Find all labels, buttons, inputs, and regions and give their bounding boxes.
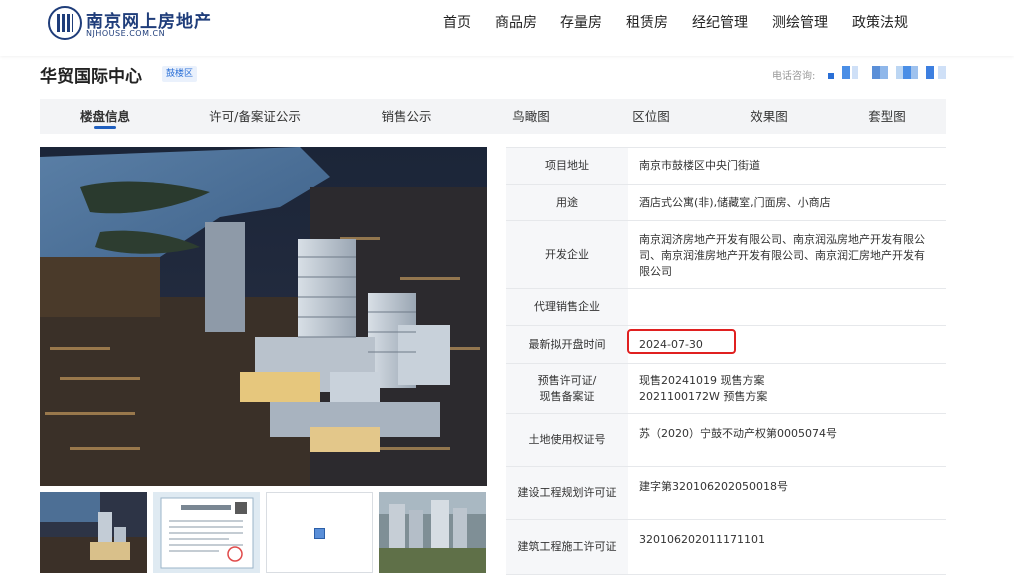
- project-info-table: 项目地址 南京市鼓楼区中央门街道 用途 酒店式公寓(非),储藏室,门面房、小商店…: [506, 147, 946, 575]
- presale-value-2: 2021100172W 预售方案: [639, 390, 768, 403]
- thumbnail-presale-certificate[interactable]: [153, 492, 260, 573]
- row-planning-permit: 建设工程规划许可证 建字第320106202050018号: [506, 467, 946, 520]
- district-badge: 鼓楼区: [162, 66, 198, 82]
- thumbnail-rendering-image: [379, 492, 486, 573]
- project-tabs: 楼盘信息 许可/备案证公示 销售公示 鸟瞰图 区位图 效果图 套型图: [40, 99, 946, 134]
- tab-renderings[interactable]: 效果图: [733, 99, 805, 134]
- tab-aerial-view[interactable]: 鸟瞰图: [495, 99, 567, 134]
- construction-value: 320106202011171101: [639, 533, 765, 546]
- nav-policies[interactable]: 政策法规: [852, 12, 908, 32]
- thumbnail-aerial-image: [40, 492, 147, 573]
- site-logo[interactable]: 南京网上房地产 NJHOUSE.COM.CN: [48, 4, 211, 40]
- usage-label: 用途: [506, 185, 628, 220]
- top-header: 南京网上房地产 NJHOUSE.COM.CN 首页 商品房 存量房 租赁房 经纪…: [0, 0, 1014, 56]
- planning-value: 建字第320106202050018号: [639, 480, 788, 493]
- tab-location-map[interactable]: 区位图: [615, 99, 687, 134]
- certificate-image: [153, 492, 260, 573]
- aerial-night-photo: [40, 147, 487, 486]
- presale-label-line2: 现售备案证: [539, 389, 595, 403]
- site-name-en: NJHOUSE.COM.CN: [86, 29, 166, 38]
- thumbnail-aerial[interactable]: [40, 492, 147, 573]
- phone-label: 电话咨询:: [772, 71, 816, 82]
- project-main-photo[interactable]: [40, 147, 487, 486]
- open-date-highlight-box: [627, 329, 736, 354]
- nav-new-homes[interactable]: 商品房: [495, 12, 537, 32]
- row-agent: 代理销售企业: [506, 289, 946, 326]
- nav-surveying[interactable]: 测绘管理: [772, 12, 828, 32]
- usage-value: 酒店式公寓(非),储藏室,门面房、小商店: [639, 196, 831, 209]
- phone-number-redacted: [828, 66, 948, 79]
- row-construction-permit: 建筑工程施工许可证 320106202011171101: [506, 520, 946, 575]
- building-logo-icon: [48, 6, 82, 40]
- planning-label: 建设工程规划许可证: [506, 467, 628, 519]
- thumbnail-rendering[interactable]: [379, 492, 486, 573]
- project-title: 华贸国际中心: [40, 67, 142, 87]
- thumbnail-broken-image[interactable]: [266, 492, 373, 573]
- developer-label: 开发企业: [506, 221, 628, 288]
- developer-links[interactable]: 南京润济房地产开发有限公司、南京润泓房地产开发有限公司、南京润淮房地产开发有限公…: [639, 232, 934, 280]
- row-developer: 开发企业 南京润济房地产开发有限公司、南京润泓房地产开发有限公司、南京润淮房地产…: [506, 221, 946, 289]
- row-usage: 用途 酒店式公寓(非),储藏室,门面房、小商店: [506, 185, 946, 221]
- land-value: 苏（2020）宁鼓不动产权第0005074号: [639, 427, 837, 440]
- row-presale-permit: 预售许可证/ 现售备案证 现售20241019 现售方案 2021100172W…: [506, 364, 946, 414]
- nav-brokerage[interactable]: 经纪管理: [692, 12, 748, 32]
- agent-label: 代理销售企业: [506, 289, 628, 325]
- presale-value-1: 现售20241019 现售方案: [639, 374, 765, 387]
- tab-sales-notice[interactable]: 销售公示: [360, 99, 453, 134]
- broken-image-icon: [314, 528, 325, 539]
- row-address: 项目地址 南京市鼓楼区中央门街道: [506, 148, 946, 185]
- row-land-certificate: 土地使用权证号 苏（2020）宁鼓不动产权第0005074号: [506, 414, 946, 467]
- construction-label: 建筑工程施工许可证: [506, 520, 628, 574]
- tab-project-info[interactable]: 楼盘信息: [62, 99, 148, 134]
- presale-label: 预售许可证/ 现售备案证: [506, 364, 628, 413]
- open-date-label: 最新拟开盘时间: [506, 326, 628, 363]
- nav-home[interactable]: 首页: [443, 12, 471, 32]
- tab-floor-plans[interactable]: 套型图: [851, 99, 923, 134]
- presale-label-line1: 预售许可证/: [537, 373, 597, 387]
- land-label: 土地使用权证号: [506, 414, 628, 466]
- tab-permits[interactable]: 许可/备案证公示: [195, 99, 315, 134]
- address-value: 南京市鼓楼区中央门街道: [639, 159, 760, 172]
- nav-rentals[interactable]: 租赁房: [626, 12, 668, 32]
- presale-values: 现售20241019 现售方案 2021100172W 预售方案: [639, 373, 934, 405]
- nav-resale-homes[interactable]: 存量房: [560, 12, 602, 32]
- address-label: 项目地址: [506, 148, 628, 184]
